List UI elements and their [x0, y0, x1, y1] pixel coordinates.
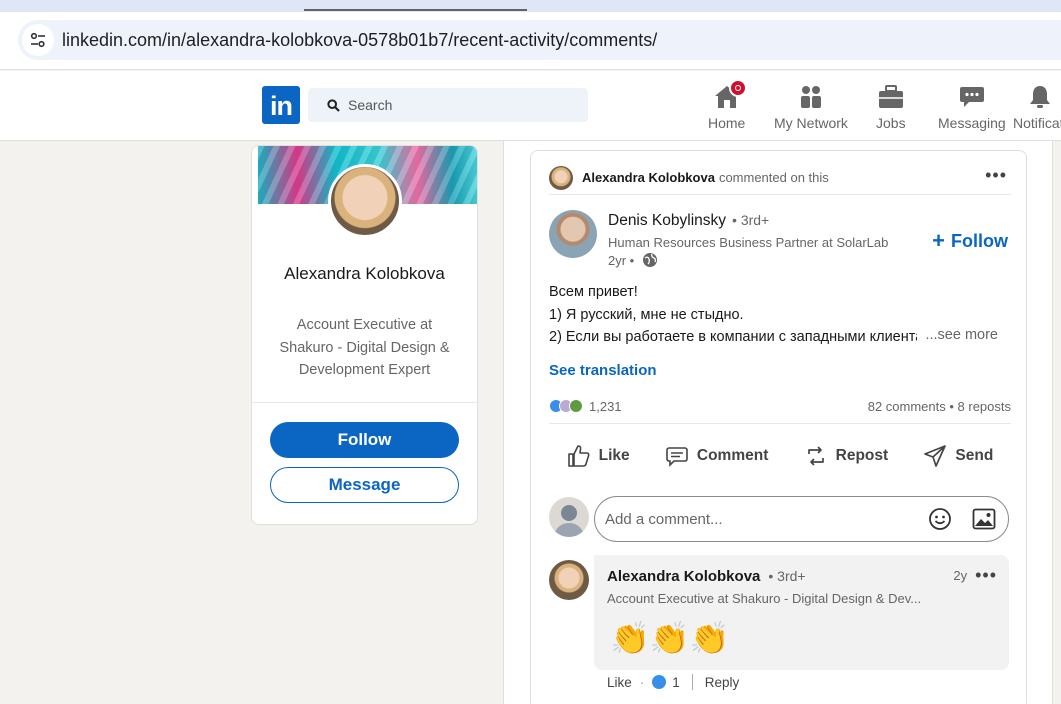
notification-badge [728, 79, 747, 97]
comment-reply-button[interactable]: Reply [705, 675, 740, 690]
global-nav: in Home My Network Jobs Messaging [0, 71, 1061, 141]
nav-item-jobs[interactable]: Jobs [876, 79, 906, 135]
url-text[interactable]: linkedin.com/in/alexandra-kolobkova-0578… [62, 30, 657, 51]
message-button[interactable]: Message [270, 467, 459, 503]
comment-actions: Like · 1 Reply [607, 674, 739, 690]
briefcase-icon [877, 83, 905, 111]
post-text-line: Всем привет! [549, 284, 638, 300]
separator: · [639, 674, 645, 690]
author-headline: Human Resources Business Partner at Sola… [608, 235, 889, 250]
post-timestamp: 2yr • [608, 252, 658, 268]
social-counts: 1,231 82 comments • 8 reposts [549, 396, 1011, 416]
profile-headline: Account Executive at Shakuro - Digital D… [279, 317, 450, 378]
nav-label-messaging: Messaging [938, 115, 1006, 131]
activity-text: commented on this [718, 170, 829, 185]
avatar[interactable] [549, 165, 573, 190]
like-label: Like [598, 447, 630, 464]
comment-like-count[interactable]: 1 [672, 675, 680, 690]
avatar[interactable] [328, 164, 402, 238]
commenter-degree: • 3rd+ [768, 568, 806, 584]
activity-header: Alexandra Kolobkova commented on this ••… [549, 161, 1011, 195]
post-time: 2yr • [608, 252, 635, 268]
comment-text: 👏👏👏 [610, 620, 730, 656]
nav-item-home[interactable]: Home [708, 79, 747, 135]
see-more-link[interactable]: ...see more [917, 327, 998, 343]
active-tab-indicator [304, 9, 527, 11]
home-icon [713, 79, 747, 111]
divider [252, 402, 477, 403]
comment-time: 2y [953, 568, 968, 583]
more-options-icon[interactable]: ••• [985, 165, 1007, 186]
emoji-icon[interactable] [928, 507, 952, 531]
like-reaction-icon [652, 675, 667, 689]
send-icon [923, 444, 955, 468]
repost-icon [804, 444, 836, 468]
commenter-headline: Account Executive at Shakuro - Digital D… [607, 591, 922, 606]
nav-item-messaging[interactable]: Messaging [938, 79, 1006, 135]
plus-icon: + [932, 228, 945, 253]
network-icon [797, 83, 825, 111]
browser-toolbar: linkedin.com/in/alexandra-kolobkova-0578… [0, 12, 1061, 70]
follow-button[interactable]: Follow [270, 422, 459, 458]
search-input[interactable] [348, 97, 568, 113]
bell-icon [1026, 83, 1054, 111]
divider [549, 423, 1011, 424]
comment-icon [665, 444, 697, 468]
nav-label-notifications: Notificati [1013, 115, 1061, 131]
messaging-icon [958, 83, 986, 111]
author-avatar[interactable] [549, 210, 597, 258]
author-name[interactable]: Denis Kobylinsky [608, 212, 726, 229]
nav-item-notifications[interactable]: Notificati [1013, 79, 1061, 135]
follow-author-button[interactable]: + Follow [932, 228, 1008, 254]
comment-button[interactable]: Comment [665, 444, 768, 468]
comment-input[interactable] [605, 510, 915, 528]
comment-more-options-icon[interactable]: ••• [975, 565, 997, 586]
logo-text: in [270, 91, 293, 121]
post-text-line: 2) Если вы работаете в компании с западн… [549, 329, 917, 345]
see-translation-link[interactable]: See translation [549, 362, 657, 379]
search-icon [326, 98, 340, 112]
comments-reposts-count[interactable]: 82 comments • 8 reposts [868, 399, 1011, 414]
commenter-name-line: Alexandra Kolobkova • 3rd+ [607, 568, 806, 585]
repost-label: Repost [835, 447, 889, 464]
social-actions-bar: Like Comment Repost Send [549, 434, 1011, 478]
activity-actor-name[interactable]: Alexandra Kolobkova [582, 170, 715, 185]
nav-label-home: Home [708, 115, 746, 131]
search-box[interactable] [308, 88, 588, 122]
comment-label: Comment [696, 447, 769, 464]
send-label: Send [955, 447, 994, 464]
post-card: Alexandra Kolobkova commented on this ••… [530, 150, 1027, 704]
comment-meta: 2y ••• [953, 565, 997, 586]
current-user-avatar [549, 497, 589, 537]
post-text-line: 1) Я русский, мне не стыдно. [549, 306, 744, 323]
nav-label-jobs: Jobs [876, 115, 906, 131]
divider [691, 674, 693, 690]
comment-like-button[interactable]: Like [607, 675, 632, 690]
image-icon[interactable] [972, 508, 996, 530]
nav-item-my-network[interactable]: My Network [774, 79, 848, 135]
like-button[interactable]: Like [567, 444, 630, 468]
site-settings-icon[interactable] [22, 24, 54, 56]
commenter-avatar[interactable] [549, 560, 589, 600]
address-bar[interactable]: linkedin.com/in/alexandra-kolobkova-0578… [18, 20, 1061, 60]
nav-label-my-network: My Network [774, 115, 848, 131]
comment-composer[interactable] [594, 496, 1009, 542]
commenter-name[interactable]: Alexandra Kolobkova [607, 568, 760, 585]
globe-icon [642, 252, 658, 268]
repost-button[interactable]: Repost [804, 444, 889, 468]
send-button[interactable]: Send [923, 444, 993, 468]
comment-item: Alexandra Kolobkova • 3rd+ 2y ••• Account… [594, 555, 1009, 670]
author-name-line: Denis Kobylinsky • 3rd+ [608, 212, 769, 230]
profile-name[interactable]: Alexandra Kolobkova [252, 260, 477, 287]
profile-card: Alexandra Kolobkova Account Executive at… [251, 145, 478, 525]
linkedin-logo[interactable]: in [262, 86, 300, 124]
author-degree: • 3rd+ [732, 212, 770, 228]
insightful-reaction-icon [569, 399, 583, 413]
follow-author-label: Follow [951, 230, 1008, 251]
browser-tabstrip [0, 0, 1061, 12]
reaction-count[interactable]: 1,231 [589, 399, 622, 414]
reaction-icons[interactable] [549, 399, 583, 413]
thumbs-up-icon [567, 444, 599, 468]
